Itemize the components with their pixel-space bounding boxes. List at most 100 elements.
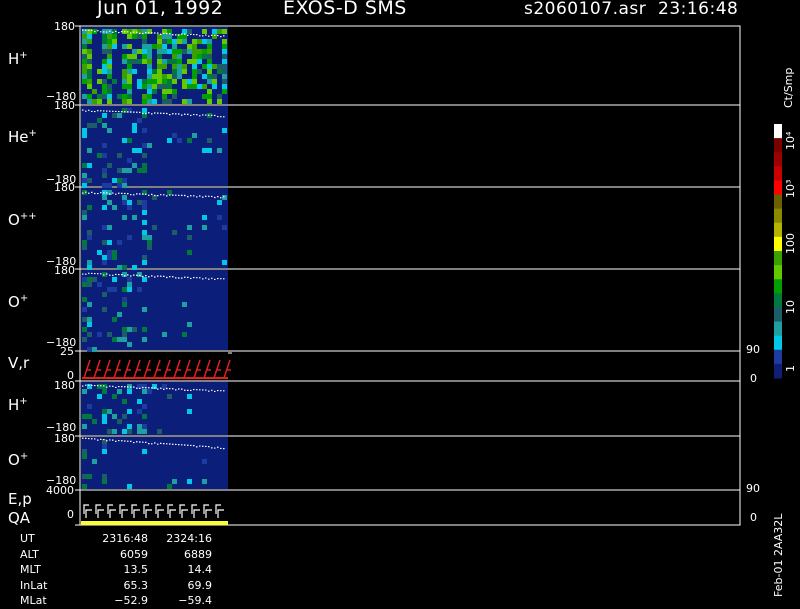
spectrogram-cell xyxy=(192,133,197,138)
spectrogram-cell xyxy=(187,479,192,484)
spectrogram-cell xyxy=(177,64,182,69)
spectrogram-cell xyxy=(142,205,147,210)
spectrogram-cell xyxy=(217,29,222,34)
spectrogram-cell xyxy=(122,302,127,307)
spectrogram-cell xyxy=(172,64,177,69)
spectrogram-cell xyxy=(157,84,162,89)
panel-frame xyxy=(79,489,741,526)
spectrogram-cell xyxy=(202,39,207,44)
spectrogram-cell xyxy=(97,384,102,389)
spectrogram-cell xyxy=(107,39,112,44)
spectrogram-cell xyxy=(187,225,192,230)
spectrogram-cell xyxy=(142,39,147,44)
spectrogram-cell xyxy=(142,337,147,342)
spectrogram-cell xyxy=(87,99,92,104)
spectrogram-cell xyxy=(192,39,197,44)
footer-row: ALT 6059 6889 xyxy=(20,547,212,563)
ep-trace-segment xyxy=(167,504,176,518)
spectrogram-cell xyxy=(207,44,212,49)
spectrogram-cell xyxy=(97,332,102,337)
spectrogram-cell xyxy=(202,459,207,464)
spectrogram-cell xyxy=(142,94,147,99)
spectrogram-cell xyxy=(147,143,152,148)
spectrogram-cell xyxy=(82,449,87,454)
spectrogram-cell xyxy=(87,163,92,168)
spectrogram-cell xyxy=(147,54,152,59)
spectrogram-cell xyxy=(102,479,107,484)
spectrogram-cell xyxy=(127,282,132,287)
spectrogram-cell xyxy=(127,74,132,79)
footer-value-start: 2316:48 xyxy=(102,532,148,545)
spectrogram-cell xyxy=(102,94,107,99)
spectrogram-cell xyxy=(167,190,172,195)
spectrogram-cell xyxy=(162,84,167,89)
spectrogram-cell xyxy=(82,133,87,138)
spectrogram-cell xyxy=(102,205,107,210)
spectrogram-cell xyxy=(167,74,172,79)
colorbar-segment xyxy=(774,335,782,351)
spectrogram-cell xyxy=(142,429,147,434)
colorbar xyxy=(774,124,782,379)
spectrogram-cell xyxy=(127,89,132,94)
spectrogram-cell xyxy=(162,64,167,69)
spectrogram-cell xyxy=(212,34,217,39)
spectrogram-cell xyxy=(102,409,107,414)
spectrogram-cell xyxy=(142,163,147,168)
spectrogram-cell xyxy=(162,89,167,94)
spectrogram-cell xyxy=(127,94,132,99)
spectrogram-cell xyxy=(87,414,92,419)
spectrogram-cell xyxy=(112,429,117,434)
spectrogram-cell xyxy=(207,138,212,143)
spectrogram-cell xyxy=(152,79,157,84)
spectrogram-cell xyxy=(102,449,107,454)
spectrogram-cell xyxy=(102,64,107,69)
spectrogram-cell xyxy=(187,49,192,54)
spectrogram-cell xyxy=(92,277,97,282)
spectrogram-cell xyxy=(142,384,147,389)
spectrogram-cell xyxy=(142,49,147,54)
ytick-top: 180 xyxy=(54,432,75,445)
spectrogram-cell xyxy=(122,287,127,292)
spectrogram-cell xyxy=(102,143,107,148)
spectrogram-cell xyxy=(92,419,97,424)
spectrogram-cell xyxy=(82,307,87,312)
spectrogram-cell xyxy=(107,255,112,260)
spectrogram-cell xyxy=(207,99,212,104)
spectrogram-cell xyxy=(82,245,87,250)
spectrogram-cell xyxy=(127,205,132,210)
spectrogram-cell xyxy=(82,54,87,59)
spectrogram-cell xyxy=(137,34,142,39)
spectrogram-cell xyxy=(87,49,92,54)
spectrogram-cell xyxy=(97,153,102,158)
spectrogram-cell xyxy=(172,69,177,74)
panel-label-qa: QA xyxy=(8,509,31,527)
spectrogram-cell xyxy=(117,389,122,394)
spectrogram-cell xyxy=(152,44,157,49)
colorbar-tick-label: 10 xyxy=(784,300,797,314)
spectrogram-cell xyxy=(82,69,87,74)
spectrogram-cell xyxy=(102,44,107,49)
ep-trace-segment xyxy=(143,504,152,518)
spectrogram-cells xyxy=(81,27,228,489)
spectrogram-cell xyxy=(142,210,147,215)
spectrogram-cell xyxy=(82,277,87,282)
spectrogram-cell xyxy=(107,409,112,414)
spectrogram-cell xyxy=(97,94,102,99)
spectrogram-cell xyxy=(137,429,142,434)
spectrogram-cell xyxy=(217,99,222,104)
spectrogram-cell xyxy=(112,317,117,322)
spectrogram-cell xyxy=(197,69,202,74)
spectrogram-cell xyxy=(162,332,167,337)
spectrogram-cell xyxy=(162,39,167,44)
spectrogram-cell xyxy=(102,79,107,84)
spectrogram-cell xyxy=(222,64,227,69)
spectrogram-cell xyxy=(97,118,102,123)
ytick-top: 180 xyxy=(54,20,75,33)
spectrogram-cell xyxy=(132,327,137,332)
ytick-top: 180 xyxy=(54,181,75,194)
spectrogram-cell xyxy=(102,255,107,260)
spectrogram-cell xyxy=(167,49,172,54)
spectrogram-cell xyxy=(187,84,192,89)
spectrogram-cell xyxy=(222,29,227,34)
spectrogram-cell xyxy=(92,459,97,464)
